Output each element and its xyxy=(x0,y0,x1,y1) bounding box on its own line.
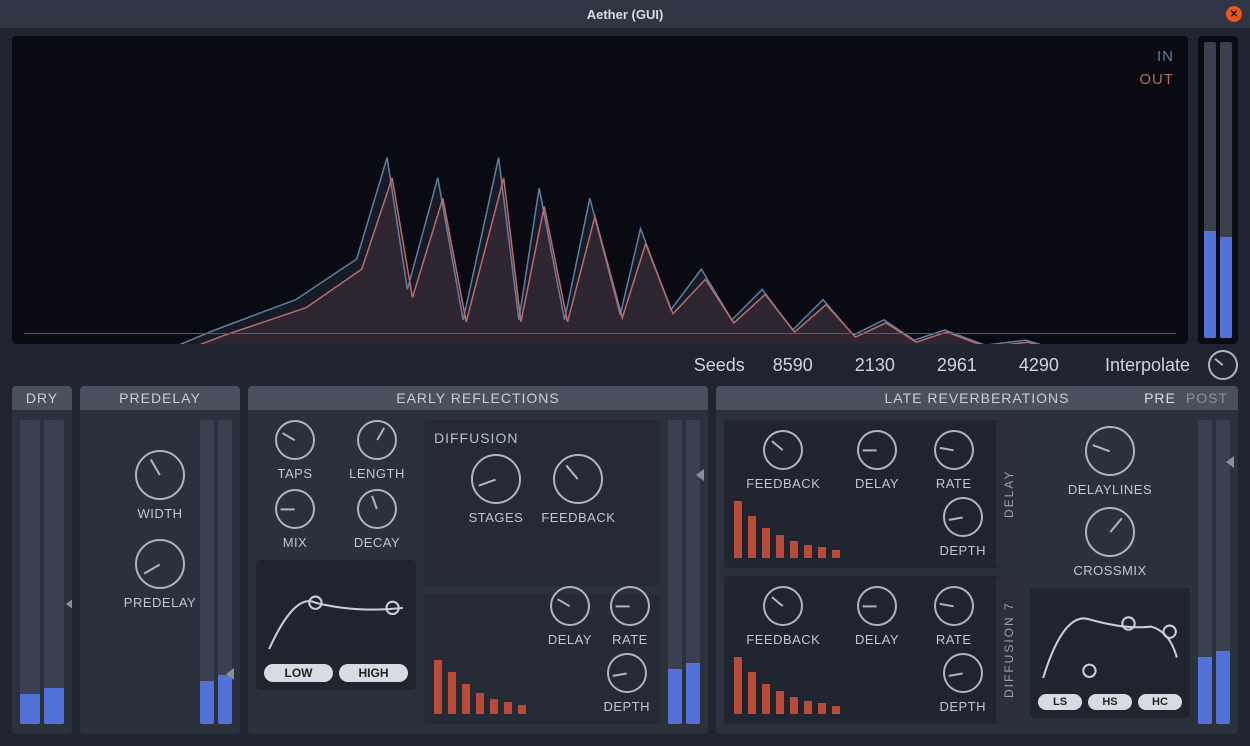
late-depth1-knob[interactable] xyxy=(943,497,983,537)
taps-label: TAPS xyxy=(278,466,313,481)
low-button[interactable]: LOW xyxy=(264,664,333,682)
decay-label: DECAY xyxy=(354,535,400,550)
late-bars-2 xyxy=(734,654,844,714)
mix-knob[interactable] xyxy=(275,489,315,529)
predelay-label: PREDELAY xyxy=(124,595,196,610)
pre-toggle[interactable]: PRE xyxy=(1144,390,1176,406)
hs-button[interactable]: HS xyxy=(1088,694,1132,710)
ls-button[interactable]: LS xyxy=(1038,694,1082,710)
early-depth-label: DEPTH xyxy=(603,699,650,714)
width-knob[interactable] xyxy=(135,450,185,500)
diffusion-title: DIFFUSION xyxy=(434,430,650,446)
stages-knob[interactable] xyxy=(471,454,521,504)
late-feedback1-label: FEEDBACK xyxy=(746,476,820,491)
late-rate2-knob[interactable] xyxy=(934,586,974,626)
arrow-icon[interactable] xyxy=(696,469,704,481)
early-bars xyxy=(434,654,526,714)
late-feedback1-knob[interactable] xyxy=(763,430,803,470)
spectrum-display: IN OUT xyxy=(12,36,1188,344)
interpolate-knob[interactable] xyxy=(1208,350,1238,380)
master-meter xyxy=(1198,36,1238,344)
late-rate1-knob[interactable] xyxy=(934,430,974,470)
hc-button[interactable]: HC xyxy=(1138,694,1182,710)
titlebar: Aether (GUI) ✕ xyxy=(0,0,1250,28)
delaylines-knob[interactable] xyxy=(1085,426,1135,476)
taps-knob[interactable] xyxy=(275,420,315,460)
feedback-knob[interactable] xyxy=(553,454,603,504)
early-rate-knob[interactable] xyxy=(610,586,650,626)
high-button[interactable]: HIGH xyxy=(339,664,408,682)
seed-1[interactable]: 8590 xyxy=(759,355,827,376)
seeds-label: Seeds xyxy=(694,355,745,376)
early-panel: EARLY REFLECTIONS TAPS LENGTH MIX DECAY xyxy=(248,386,708,734)
delay-sidelabel: DELAY xyxy=(996,420,1022,568)
late-feedback2-knob[interactable] xyxy=(763,586,803,626)
early-delay-knob[interactable] xyxy=(550,586,590,626)
crossmix-label: CROSSMIX xyxy=(1073,563,1146,578)
seed-2[interactable]: 2130 xyxy=(841,355,909,376)
late-delay1-knob[interactable] xyxy=(857,430,897,470)
decay-knob[interactable] xyxy=(357,489,397,529)
seed-4[interactable]: 4290 xyxy=(1005,355,1073,376)
delaylines-label: DELAYLINES xyxy=(1068,482,1152,497)
late-depth2-knob[interactable] xyxy=(943,653,983,693)
late-bars-1 xyxy=(734,498,844,558)
seed-3[interactable]: 2961 xyxy=(923,355,991,376)
late-delay1-label: DELAY xyxy=(855,476,899,491)
close-button[interactable]: ✕ xyxy=(1226,6,1242,22)
width-label: WIDTH xyxy=(137,506,182,521)
predelay-knob[interactable] xyxy=(135,539,185,589)
early-filter: LOW HIGH xyxy=(256,560,416,690)
interpolate-label: Interpolate xyxy=(1105,355,1190,376)
late-filter: LS HS HC xyxy=(1030,588,1190,718)
arrow-icon[interactable] xyxy=(1226,456,1234,468)
late-feedback2-label: FEEDBACK xyxy=(746,632,820,647)
diffusion-sidelabel: DIFFUSION 7 xyxy=(996,576,1022,724)
early-delay-label: DELAY xyxy=(548,632,592,647)
post-toggle[interactable]: POST xyxy=(1186,390,1228,406)
predelay-panel: PREDELAY WIDTH PREDELAY xyxy=(80,386,240,734)
late-rate2-label: RATE xyxy=(936,632,972,647)
early-header: EARLY REFLECTIONS xyxy=(248,386,708,410)
late-depth1-label: DEPTH xyxy=(939,543,986,558)
crossmix-knob[interactable] xyxy=(1085,507,1135,557)
arrow-icon[interactable] xyxy=(66,598,72,610)
feedback-label: FEEDBACK xyxy=(541,510,615,525)
late-panel: LATE REVERBERATIONS PRE POST FEEDBACK DE… xyxy=(716,386,1238,734)
late-header: LATE REVERBERATIONS PRE POST xyxy=(716,386,1238,410)
mix-label: MIX xyxy=(283,535,308,550)
window-title: Aether (GUI) xyxy=(587,7,664,22)
late-rate1-label: RATE xyxy=(936,476,972,491)
late-delay2-knob[interactable] xyxy=(857,586,897,626)
predelay-header: PREDELAY xyxy=(80,386,240,410)
dry-header: DRY xyxy=(12,386,72,410)
dry-panel: DRY xyxy=(12,386,72,734)
seeds-row: Seeds 8590 2130 2961 4290 Interpolate xyxy=(12,350,1238,380)
late-depth2-label: DEPTH xyxy=(939,699,986,714)
early-depth-knob[interactable] xyxy=(607,653,647,693)
stages-label: STAGES xyxy=(469,510,524,525)
early-rate-label: RATE xyxy=(612,632,648,647)
close-icon: ✕ xyxy=(1230,9,1238,20)
length-knob[interactable] xyxy=(357,420,397,460)
late-delay2-label: DELAY xyxy=(855,632,899,647)
length-label: LENGTH xyxy=(349,466,405,481)
arrow-icon[interactable] xyxy=(226,668,234,680)
